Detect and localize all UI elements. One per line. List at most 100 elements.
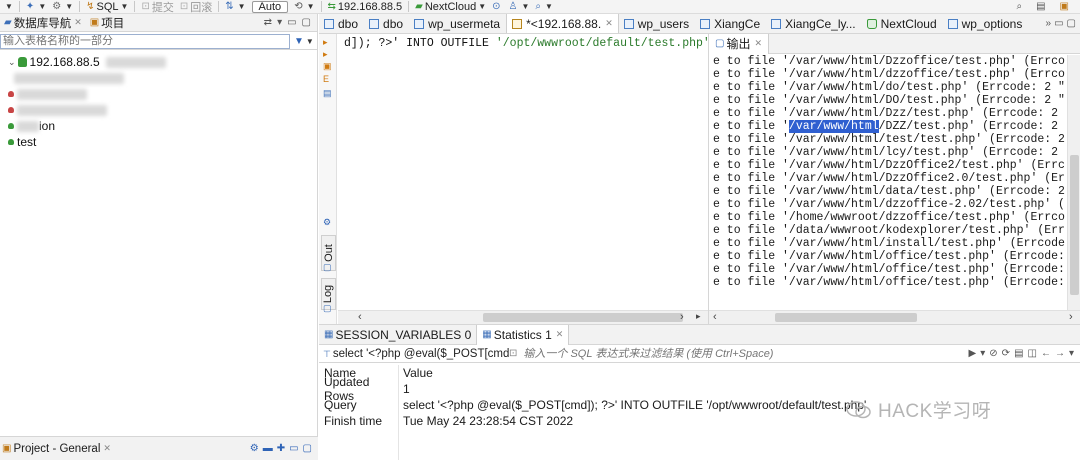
close-icon[interactable]: ✕	[103, 443, 111, 454]
scrollbar-thumb[interactable]	[775, 313, 917, 322]
connection-select[interactable]: ⇆ 192.168.88.5	[325, 0, 406, 13]
maximize-icon[interactable]: ▢	[1067, 18, 1076, 29]
execute-icon[interactable]: ▸	[323, 37, 328, 48]
close-icon[interactable]: ✕	[556, 329, 564, 340]
scroll-left-icon[interactable]: ‹	[713, 311, 717, 323]
nav-forward-icon[interactable]: →	[1055, 348, 1065, 359]
add-icon[interactable]: ✚	[277, 443, 285, 454]
output-line: e to file '/var/www/html/DzzOffice2/test…	[713, 159, 1065, 172]
editor-tab[interactable]: NextCloud	[862, 14, 943, 33]
editor-tab[interactable]: wp_usermeta	[409, 14, 506, 33]
selected-text: /var/www/html	[788, 120, 879, 133]
close-icon[interactable]: ✕	[605, 18, 613, 29]
output-icon: ▢	[715, 38, 725, 49]
tab-statistics[interactable]: ▦ Statistics 1 ✕	[476, 324, 570, 345]
row-name-cell: Query	[324, 398, 357, 412]
editor-tab[interactable]: dbo	[319, 14, 364, 33]
expand-icon[interactable]: ⌄	[8, 57, 16, 68]
filter-icon[interactable]: ▼	[294, 36, 304, 47]
scrollbar-thumb[interactable]	[1070, 155, 1079, 295]
explain-icon[interactable]: ▣	[323, 61, 332, 72]
tree-item-test[interactable]: test	[0, 134, 318, 150]
tab-output-log[interactable]: ▢ 输出 ✕	[709, 33, 770, 54]
settings-icon[interactable]: ⚙	[323, 217, 331, 228]
tree-item-host[interactable]: ⌄ 192.168.88.5	[0, 54, 318, 70]
tab-project-general[interactable]: Project - General	[13, 443, 100, 455]
search-icon[interactable]: ⌕ ▼	[532, 0, 556, 13]
clear-filter-icon[interactable]: ⊘	[989, 348, 997, 359]
tab-project[interactable]: ▣ 项目	[86, 14, 128, 32]
navigator-view-actions: ⇄ ▾ ▭ ▢	[264, 17, 317, 28]
connect-icon[interactable]: ✦ ▼	[23, 0, 49, 13]
schema-icon[interactable]: ⊙	[489, 0, 505, 13]
commit-button[interactable]: ⊡ 提交	[138, 0, 176, 13]
disconnect-icon[interactable]: ⚙ ▼	[49, 0, 76, 13]
filter-dropdown-icon[interactable]: ▼	[306, 37, 314, 46]
output-horizontal-scrollbar[interactable]: ‹ ›	[709, 310, 1080, 324]
collapse-icon[interactable]: ▬	[263, 443, 273, 454]
users-icon[interactable]: ♙ ▼	[506, 0, 533, 13]
apply-filter-icon[interactable]: ▶	[969, 348, 977, 359]
execute-script-icon[interactable]: ▸	[323, 49, 328, 60]
sql-editor-button[interactable]: ↯ SQL ▼	[83, 0, 131, 13]
panels-icon[interactable]: ◫	[1028, 348, 1037, 359]
scroll-end-icon[interactable]: ▸	[696, 311, 701, 322]
minimize-icon[interactable]: ▭	[287, 17, 296, 28]
output-vertical-scrollbar[interactable]	[1067, 55, 1080, 310]
close-icon[interactable]: ✕	[74, 17, 82, 28]
format-icon[interactable]: E	[323, 74, 329, 84]
scroll-left-icon[interactable]: ‹	[358, 311, 362, 323]
scroll-right-icon[interactable]: ›	[1069, 311, 1073, 323]
layout-icon[interactable]: ▤	[1014, 348, 1023, 359]
tree-item-redacted[interactable]	[0, 86, 318, 102]
results-panel: ▦ SESSION_VARIABLES 0 ▦ Statistics 1 ✕ ⊤…	[319, 324, 1080, 460]
nav-back-icon[interactable]: ←	[1041, 348, 1051, 359]
maximize-icon[interactable]: ▢	[303, 443, 312, 454]
output-text-area[interactable]: e to file '/var/www/html/Dzzoffice/test.…	[709, 55, 1067, 310]
refresh-icon[interactable]: ⟳	[1002, 348, 1010, 359]
row-name-cell: Finish time	[324, 414, 383, 428]
tree-item-database[interactable]: ion	[0, 118, 318, 134]
auto-commit-select[interactable]: Auto	[249, 0, 292, 13]
table-filter-input[interactable]	[0, 33, 290, 49]
perspective-icon[interactable]: ▤	[1033, 0, 1050, 13]
table-row[interactable]: Updated Rows 1	[319, 375, 1080, 403]
rollback-button[interactable]: ⊡ 回滚	[177, 0, 215, 13]
database-select[interactable]: ▰ NextCloud ▼	[412, 0, 489, 13]
global-search-icon[interactable]: ⌕	[1013, 0, 1027, 13]
close-icon[interactable]: ✕	[754, 38, 762, 49]
editor-tab[interactable]: wp_options	[943, 14, 1029, 33]
filter-icon[interactable]: ⊡	[509, 348, 517, 359]
dropdown-arrow-icon[interactable]: ▼	[0, 0, 16, 13]
maximize-icon[interactable]: ▢	[302, 17, 311, 28]
history-icon[interactable]: ⟲ ▼	[291, 0, 317, 13]
more-tabs-icon[interactable]: »	[1046, 18, 1052, 29]
tab-database-navigator[interactable]: ▰ 数据库导航 ✕	[0, 14, 86, 32]
minimize-icon[interactable]: ▭	[1054, 18, 1063, 29]
sql-editor[interactable]: d]); ?>' INTO OUTFILE '/opt/wwwroot/defa…	[338, 34, 708, 310]
toolbar-divider	[408, 1, 410, 12]
scroll-right-icon[interactable]: ›	[680, 311, 684, 323]
link-icon[interactable]: ⇄	[264, 17, 272, 28]
tab-session-variables[interactable]: ▦ SESSION_VARIABLES 0	[319, 325, 476, 345]
column-header-value[interactable]: Value	[399, 366, 433, 380]
view-menu-icon[interactable]: ▾	[277, 17, 282, 28]
editor-horizontal-scrollbar[interactable]: ‹ › ▸	[338, 310, 708, 324]
tree-item-redacted[interactable]	[0, 70, 318, 86]
tree-item-redacted[interactable]	[0, 102, 318, 118]
editor-tab-active[interactable]: *<192.168.88. ✕	[506, 14, 619, 33]
results-filter-input[interactable]	[519, 346, 920, 361]
editor-tab[interactable]: wp_users	[619, 14, 695, 33]
minimize-icon[interactable]: ▭	[289, 443, 298, 454]
transaction-mode-icon[interactable]: ⇅ ▼	[222, 0, 248, 13]
editor-tab[interactable]: XiangCe_ly...	[766, 14, 861, 33]
scrollbar-thumb[interactable]	[483, 313, 683, 322]
editor-tab[interactable]: dbo	[364, 14, 409, 33]
more-icon[interactable]: ▾	[1069, 348, 1074, 359]
editor-tab[interactable]: XiangCe	[695, 14, 766, 33]
outline-icon[interactable]: ▤	[323, 88, 332, 99]
perspective-alt-icon[interactable]: ▣	[1057, 0, 1074, 13]
table-icon	[623, 18, 634, 29]
filter-history-icon[interactable]: ▾	[980, 348, 985, 359]
settings-icon[interactable]: ⚙	[250, 443, 259, 454]
